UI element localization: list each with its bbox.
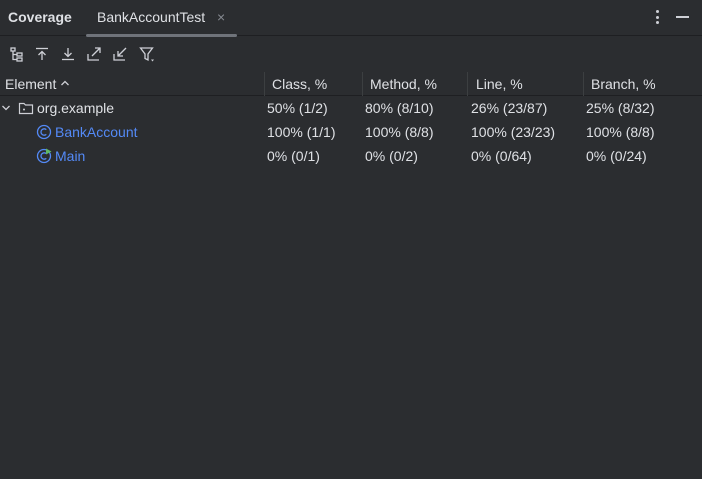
column-divider[interactable] bbox=[583, 72, 584, 96]
import-icon[interactable] bbox=[111, 45, 129, 63]
line-coverage: 0% (0/64) bbox=[471, 148, 532, 164]
table-row[interactable]: org.example 50% (1/2) 80% (8/10) 26% (23… bbox=[0, 96, 702, 120]
more-options-icon[interactable] bbox=[650, 9, 664, 25]
tab-bankaccounttest[interactable]: BankAccountTest × bbox=[86, 0, 237, 37]
method-coverage: 100% (8/8) bbox=[365, 124, 434, 140]
tool-window-header: Coverage BankAccountTest × bbox=[0, 0, 702, 37]
element-name-link[interactable]: Main bbox=[55, 144, 85, 168]
element-name: org.example bbox=[37, 100, 115, 116]
class-coverage: 0% (0/1) bbox=[267, 148, 320, 164]
column-header-branch[interactable]: Branch, % bbox=[591, 72, 656, 96]
column-divider[interactable] bbox=[264, 72, 265, 96]
close-tab-icon[interactable]: × bbox=[217, 9, 225, 25]
panel-title: Coverage bbox=[8, 9, 72, 25]
column-divider[interactable] bbox=[362, 72, 363, 96]
class-icon bbox=[36, 124, 52, 140]
export-icon[interactable] bbox=[85, 45, 103, 63]
filter-icon[interactable] bbox=[138, 45, 156, 63]
table-header: Element Class, % Method, % Line, % Branc… bbox=[0, 72, 702, 96]
element-name-link[interactable]: BankAccount bbox=[55, 120, 138, 144]
line-coverage: 26% (23/87) bbox=[471, 100, 548, 116]
column-header-method[interactable]: Method, % bbox=[370, 72, 437, 96]
column-header-element[interactable]: Element bbox=[5, 72, 56, 96]
package-icon bbox=[18, 100, 34, 116]
flatten-packages-icon[interactable] bbox=[8, 45, 26, 63]
table-row[interactable]: BankAccount 100% (1/1) 100% (8/8) 100% (… bbox=[0, 120, 702, 144]
navigate-up-icon[interactable] bbox=[33, 45, 51, 63]
branch-coverage: 25% (8/32) bbox=[586, 100, 655, 116]
column-divider[interactable] bbox=[467, 72, 468, 96]
class-coverage: 50% (1/2) bbox=[267, 100, 328, 116]
navigate-down-icon[interactable] bbox=[59, 45, 77, 63]
tab-label: BankAccountTest bbox=[97, 9, 206, 25]
column-header-class[interactable]: Class, % bbox=[272, 72, 327, 96]
line-coverage: 100% (23/23) bbox=[471, 124, 556, 140]
class-coverage: 100% (1/1) bbox=[267, 124, 336, 140]
method-coverage: 80% (8/10) bbox=[365, 100, 434, 116]
coverage-toolbar bbox=[0, 37, 702, 73]
chevron-down-icon[interactable] bbox=[1, 104, 11, 112]
branch-coverage: 100% (8/8) bbox=[586, 124, 655, 140]
runnable-class-icon bbox=[36, 148, 52, 164]
method-coverage: 0% (0/2) bbox=[365, 148, 418, 164]
column-header-line[interactable]: Line, % bbox=[476, 72, 523, 96]
minimize-icon[interactable] bbox=[676, 16, 689, 18]
table-row[interactable]: Main 0% (0/1) 0% (0/2) 0% (0/64) 0% (0/2… bbox=[0, 144, 702, 168]
sort-ascending-icon bbox=[61, 80, 69, 86]
branch-coverage: 0% (0/24) bbox=[586, 148, 647, 164]
